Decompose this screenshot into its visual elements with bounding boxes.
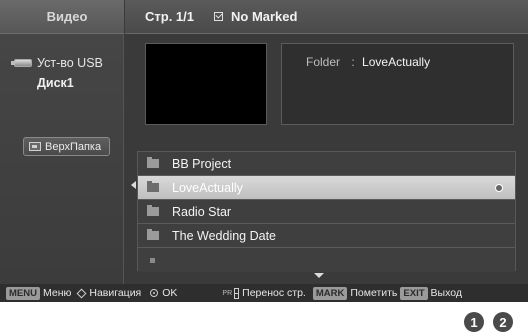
media-browser-screen: Видео Уст-во USB Диск1 ВерхПапка Стр. 1/… bbox=[0, 0, 528, 302]
folder-icon bbox=[147, 229, 159, 240]
folder-icon bbox=[147, 205, 159, 216]
footer-bar: MENU Меню Навигация OK PR Перенос стр. M… bbox=[0, 284, 528, 302]
navigation-icon bbox=[76, 288, 87, 298]
usb-device-item[interactable]: Уст-во USB bbox=[11, 56, 103, 70]
list-item-selected[interactable]: LoveActually bbox=[138, 176, 515, 200]
file-list: BB Project LoveActually Radio Star The W… bbox=[137, 151, 516, 272]
folder-key: Folder bbox=[306, 55, 341, 69]
folder-value: LoveActually bbox=[362, 55, 431, 69]
sidebar: Видео Уст-во USB Диск1 ВерхПапка bbox=[0, 0, 124, 284]
folder-separator: : bbox=[351, 55, 355, 69]
scroll-down-icon[interactable] bbox=[314, 273, 324, 278]
list-item-label: The Wedding Date bbox=[172, 228, 276, 243]
up-folder-icon bbox=[29, 142, 41, 151]
exit-text: Выход bbox=[430, 287, 462, 299]
info-panel: Folder : LoveActually bbox=[281, 43, 514, 125]
page-indicator: Стр. 1/1 bbox=[145, 9, 194, 24]
page-move-icon bbox=[234, 287, 240, 299]
pr-label: PR bbox=[222, 289, 233, 297]
empty-slot-icon bbox=[150, 257, 155, 263]
mark-text: Пометить bbox=[350, 287, 398, 299]
menu-text: Меню bbox=[42, 287, 72, 299]
list-item[interactable]: The Wedding Date bbox=[138, 224, 515, 248]
list-item-empty bbox=[138, 248, 515, 272]
disk-label: Диск1 bbox=[37, 76, 74, 90]
sidebar-title: Видео bbox=[0, 0, 124, 34]
menu-key[interactable]: MENU bbox=[6, 286, 40, 300]
usb-device-label: Уст-во USB bbox=[37, 56, 103, 70]
callout-1: 1 bbox=[464, 312, 484, 332]
video-thumbnail bbox=[145, 43, 267, 125]
nav-text: Навигация bbox=[89, 287, 142, 299]
up-folder-label: ВерхПапка bbox=[45, 140, 102, 153]
ok-icon bbox=[150, 289, 159, 297]
header-bar: Стр. 1/1 No Marked bbox=[125, 0, 528, 34]
list-item[interactable]: Radio Star bbox=[138, 200, 515, 224]
mark-key[interactable]: MARK bbox=[312, 286, 348, 300]
folder-icon bbox=[147, 157, 159, 168]
list-item-label: BB Project bbox=[172, 156, 232, 171]
folder-info: Folder : LoveActually bbox=[306, 55, 430, 69]
page-move-text: Перенос стр. bbox=[242, 287, 306, 299]
callout-2: 2 bbox=[493, 312, 513, 332]
list-item[interactable]: BB Project bbox=[138, 152, 515, 176]
playing-indicator-icon bbox=[495, 184, 503, 192]
exit-key[interactable]: EXIT bbox=[400, 286, 428, 300]
list-item-label: Radio Star bbox=[172, 204, 232, 219]
up-folder-button[interactable]: ВерхПапка bbox=[23, 137, 110, 156]
marked-checkbox-icon bbox=[214, 12, 223, 21]
usb-icon bbox=[11, 59, 32, 67]
list-item-label: LoveActually bbox=[172, 180, 243, 195]
marked-status: No Marked bbox=[231, 9, 298, 24]
left-arrow-icon[interactable] bbox=[131, 181, 136, 189]
folder-icon bbox=[147, 181, 159, 192]
ok-text: OK bbox=[162, 287, 178, 299]
